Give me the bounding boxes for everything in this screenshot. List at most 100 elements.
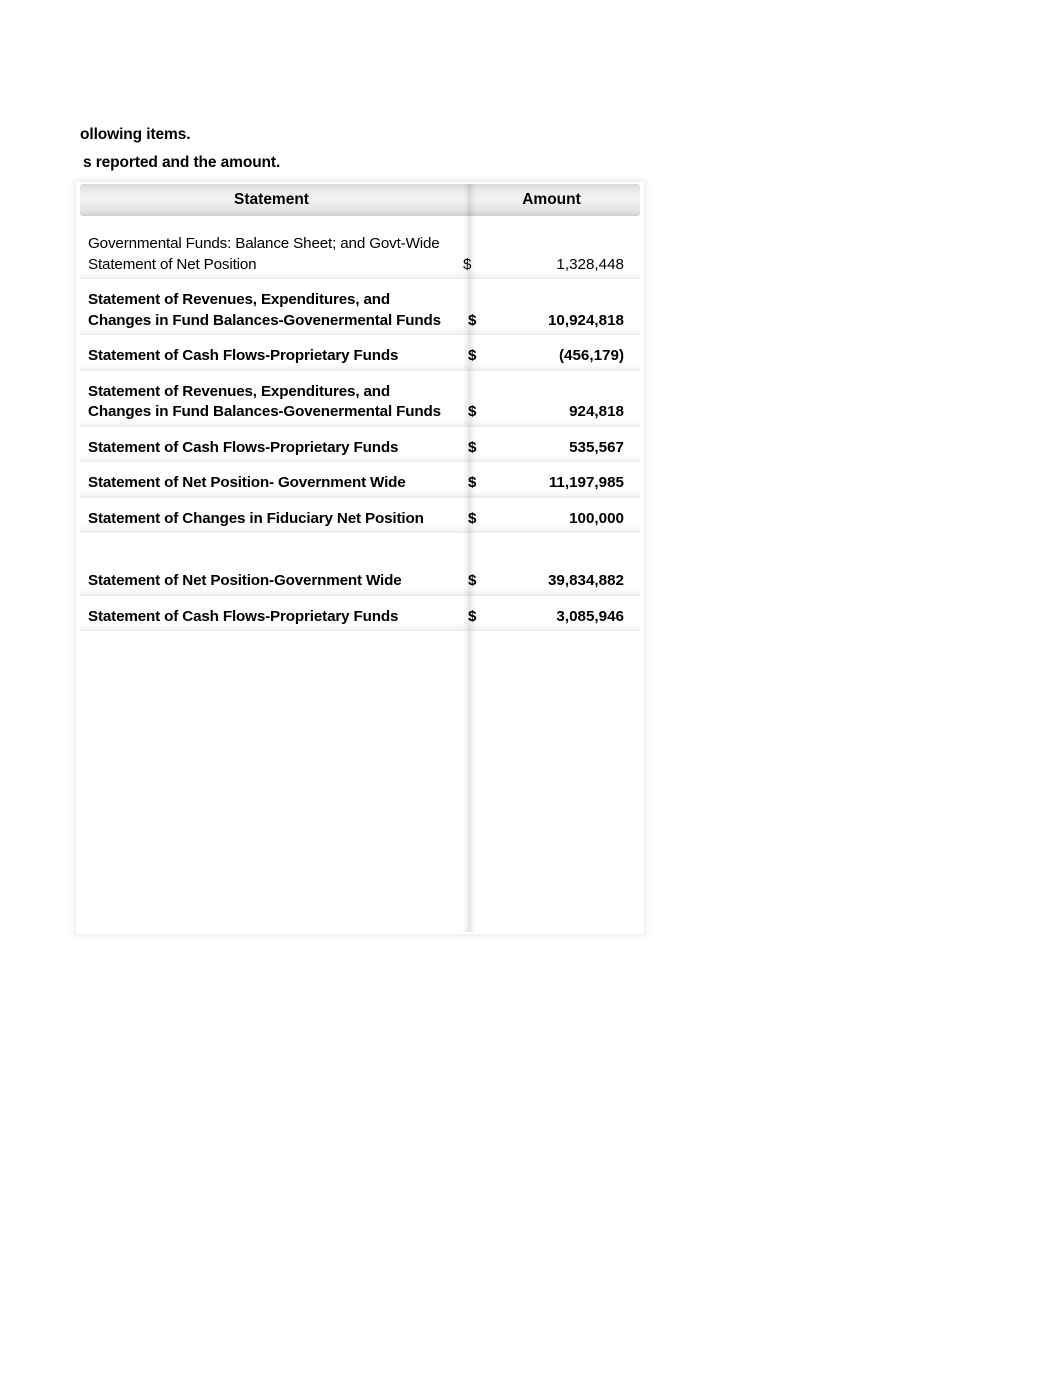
statement-text: Statement of Revenues, Expenditures, and… <box>88 382 441 421</box>
amount-cell[interactable]: $ (456,179) <box>463 346 640 371</box>
column-header-amount-label: Amount <box>463 184 640 216</box>
spacer-cell <box>463 426 640 438</box>
table-body: Governmental Funds: Balance Sheet; and G… <box>80 216 640 653</box>
table-bottom-gap <box>80 631 640 653</box>
row-gap <box>80 462 640 473</box>
spacer-cell <box>80 370 463 382</box>
currency-symbol: $ <box>468 311 477 329</box>
statement-cell[interactable]: Statement of Net Position-Government Wid… <box>80 571 463 596</box>
column-header-statement: Statement <box>80 184 463 216</box>
row-gap <box>80 426 640 438</box>
row-gap <box>80 216 640 234</box>
amount-value: 924,818 <box>569 403 624 420</box>
spacer-cell <box>80 631 463 653</box>
spacer-cell <box>80 279 463 290</box>
row-gap <box>80 595 640 607</box>
spacer-cell <box>463 631 640 653</box>
row-gap-large <box>80 533 640 571</box>
spacer-cell <box>463 370 640 382</box>
amount-cell[interactable]: $100,000 <box>463 508 640 534</box>
document-page: ollowing items. s reported and the amoun… <box>0 0 1062 1376</box>
currency-symbol: $ <box>468 509 477 527</box>
statement-cell[interactable]: Statement of Net Position- Government Wi… <box>80 473 463 498</box>
spacer-cell <box>463 533 640 571</box>
amount-inner: $ (456,179) <box>463 346 624 367</box>
row-gap <box>80 279 640 290</box>
table-row[interactable]: Statement of Revenues, Expenditures, and… <box>80 290 640 335</box>
statement-cell[interactable]: Statement of Cash Flows-Proprietary Fund… <box>80 346 463 371</box>
table-row[interactable]: Statement of Cash Flows-Proprietary Fund… <box>80 606 640 632</box>
intro-line-1: ollowing items. <box>80 126 191 143</box>
table-row[interactable]: Statement of Cash Flows-Proprietary Fund… <box>80 346 640 371</box>
spacer-cell <box>463 216 640 234</box>
spacer-cell <box>80 335 463 346</box>
spacer-cell <box>463 279 640 290</box>
amount-wrapper: $1,328,448 <box>463 255 640 280</box>
amount-inner: $1,328,448 <box>463 255 624 276</box>
statement-amount-table: Statement Amount Governmental Funds: Bal… <box>80 184 640 653</box>
amount-wrapper: $39,834,882 <box>463 571 640 596</box>
intro-line-2: s reported and the amount. <box>83 154 281 171</box>
statement-text: Governmental Funds: Balance Sheet; and G… <box>88 235 440 273</box>
amount-cell[interactable]: $924,818 <box>463 381 640 427</box>
amount-value: (456,179) <box>558 347 624 364</box>
amount-cell[interactable]: $10,924,818 <box>463 290 640 335</box>
spacer-cell <box>80 497 463 509</box>
currency-symbol: $ <box>468 474 477 491</box>
amount-value: 39,834,882 <box>547 572 624 589</box>
amount-value: 100,000 <box>569 509 624 527</box>
spacer-cell <box>463 595 640 607</box>
row-gap <box>80 370 640 382</box>
statement-cell[interactable]: Statement of Cash Flows-Proprietary Fund… <box>80 437 463 462</box>
amount-wrapper: $ (456,179) <box>463 346 640 371</box>
amount-wrapper: $535,567 <box>463 438 640 463</box>
spacer-cell <box>80 595 463 607</box>
amount-wrapper: $10,924,818 <box>463 311 640 336</box>
amount-value: 3,085,946 <box>556 607 624 625</box>
table-row[interactable]: Statement of Revenues, Expenditures, and… <box>80 381 640 427</box>
amount-inner: $39,834,882 <box>463 571 624 592</box>
amount-value: 11,197,985 <box>548 474 624 491</box>
amount-value: 10,924,818 <box>547 311 624 329</box>
table-row[interactable]: Statement of Changes in Fiduciary Net Po… <box>80 508 640 534</box>
currency-symbol: $ <box>468 403 477 420</box>
amount-cell[interactable]: $39,834,882 <box>463 571 640 596</box>
amount-inner: $3,085,946 <box>463 607 624 628</box>
statement-cell[interactable]: Statement of Changes in Fiduciary Net Po… <box>80 508 463 533</box>
table-row[interactable]: Governmental Funds: Balance Sheet; and G… <box>80 234 640 279</box>
currency-symbol: $ <box>463 255 472 273</box>
amount-wrapper: $924,818 <box>463 402 640 427</box>
statement-cell[interactable]: Statement of Cash Flows-Proprietary Fund… <box>80 606 463 631</box>
amount-wrapper: $100,000 <box>463 509 640 534</box>
table-row[interactable]: Statement of Cash Flows-Proprietary Fund… <box>80 437 640 463</box>
row-gap <box>80 335 640 346</box>
amount-value: 1,328,448 <box>556 255 624 273</box>
amount-wrapper: $3,085,946 <box>463 607 640 632</box>
amount-cell[interactable]: $535,567 <box>463 437 640 463</box>
table-header-row: Statement Amount <box>80 184 640 216</box>
statement-cell[interactable]: Statement of Revenues, Expenditures, and… <box>80 290 463 335</box>
table-row[interactable]: Statement of Net Position-Government Wid… <box>80 571 640 596</box>
spacer-cell <box>80 426 463 438</box>
statement-text: Statement of Net Position-Government Wid… <box>88 572 402 589</box>
spacer-cell <box>463 497 640 509</box>
statement-text: Statement of Cash Flows-Proprietary Fund… <box>88 438 399 456</box>
statement-cell[interactable]: Statement of Revenues, Expenditures, and… <box>80 381 463 427</box>
column-header-statement-label: Statement <box>80 184 463 216</box>
currency-symbol: $ <box>468 572 477 589</box>
table-header: Statement Amount <box>80 184 640 216</box>
amount-cell[interactable]: $1,328,448 <box>463 234 640 279</box>
statement-text: Statement of Cash Flows-Proprietary Fund… <box>88 607 399 625</box>
statement-text: Statement of Net Position- Government Wi… <box>88 474 406 491</box>
table-row[interactable]: Statement of Net Position- Government Wi… <box>80 473 640 498</box>
statement-cell[interactable]: Governmental Funds: Balance Sheet; and G… <box>80 234 463 279</box>
currency-symbol: $ <box>468 347 477 364</box>
amount-cell[interactable]: $3,085,946 <box>463 606 640 632</box>
amount-value: 535,567 <box>569 438 624 456</box>
amount-inner: $924,818 <box>463 402 624 423</box>
statement-text: Statement of Changes in Fiduciary Net Po… <box>88 509 424 527</box>
amount-inner: $535,567 <box>463 438 624 459</box>
row-gap <box>80 497 640 509</box>
amount-cell[interactable]: $11,197,985 <box>463 473 640 498</box>
spacer-cell <box>80 533 463 571</box>
